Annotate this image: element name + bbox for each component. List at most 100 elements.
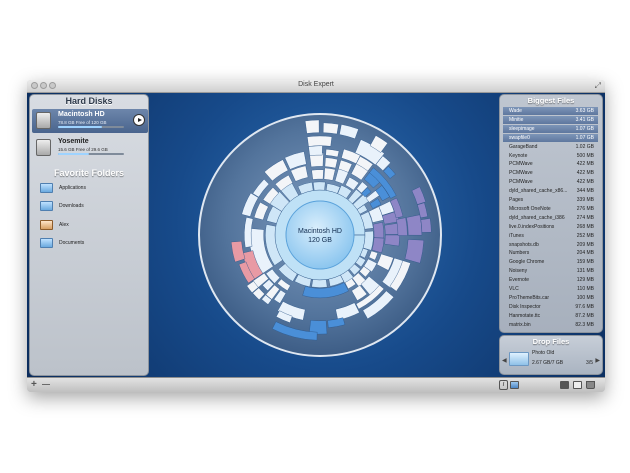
file-name: Hanmotate.ttc bbox=[509, 312, 541, 319]
sunburst-segment[interactable] bbox=[384, 223, 399, 235]
hard-disks-title: Hard Disks bbox=[65, 96, 113, 106]
file-name: GarageBand bbox=[509, 143, 538, 150]
file-name: sleepimage bbox=[509, 125, 535, 132]
sunburst-segment[interactable] bbox=[312, 181, 326, 191]
biggest-file-row[interactable]: ProThemeBits.car 100 MB bbox=[503, 294, 598, 302]
biggest-file-row[interactable]: live.0.indexPositions 268 MB bbox=[503, 223, 598, 231]
file-name: Wade bbox=[509, 108, 522, 114]
biggest-file-row[interactable]: Numbers 204 MB bbox=[503, 249, 598, 257]
biggest-file-row[interactable]: Wade 3.63 GB bbox=[503, 107, 598, 115]
remove-button[interactable]: — bbox=[42, 379, 50, 391]
sunburst-segment[interactable] bbox=[307, 135, 333, 147]
biggest-files-panel: Biggest Files Wade 3.63 GB Minitie 3.41 GB s… bbox=[499, 94, 603, 333]
main-content: Hard Disks Macintosh HD 78.8 GB Free of … bbox=[27, 93, 605, 377]
disk-sunburst-chart[interactable]: Macintosh HD 120 GB bbox=[192, 103, 448, 367]
file-size: 3.63 GB bbox=[575, 108, 594, 114]
file-size: 1.07 GB bbox=[575, 125, 594, 132]
sunburst-center[interactable] bbox=[285, 200, 355, 270]
sunburst-segment[interactable] bbox=[304, 119, 320, 134]
drop-files-panel[interactable]: Drop Files ◀ Photo Old 2.67 GB/7 GB 3/5 … bbox=[499, 335, 603, 375]
biggest-file-row[interactable]: PCMWave 422 MB bbox=[503, 178, 598, 186]
fullscreen-icon[interactable]: ⤢ bbox=[595, 81, 601, 90]
biggest-file-row[interactable]: Microsoft OneNote 276 MB bbox=[503, 205, 598, 213]
folder-icon bbox=[40, 238, 53, 248]
app-window: Disk Expert ⤢ Hard Disks Macintosh HD 78… bbox=[27, 80, 605, 392]
sunburst-segment[interactable] bbox=[311, 279, 328, 288]
biggest-file-row[interactable]: Noiseny 131 MB bbox=[503, 267, 598, 275]
biggest-file-row[interactable]: matrix.bin 82.3 MB bbox=[503, 321, 598, 329]
sunburst-segment[interactable] bbox=[420, 218, 432, 233]
file-name: matrix.bin bbox=[509, 321, 531, 328]
folder-icon bbox=[40, 201, 53, 211]
biggest-file-row[interactable]: GarageBand 1.02 GB bbox=[503, 143, 598, 151]
folder-icon bbox=[509, 352, 529, 366]
sunburst-segment[interactable] bbox=[384, 234, 400, 247]
file-name: VLC bbox=[509, 286, 519, 292]
biggest-file-row[interactable]: dyld_shared_cache_x86... 344 MB bbox=[503, 187, 598, 195]
file-name: PCMWave bbox=[509, 179, 533, 186]
file-size: 1.02 GB bbox=[575, 143, 594, 150]
bottom-toolbar: + — i bbox=[27, 377, 605, 392]
screen-icon[interactable] bbox=[560, 381, 569, 389]
file-name: dyld_shared_cache_x86... bbox=[509, 188, 568, 195]
biggest-file-row[interactable]: Keynote 500 MB bbox=[503, 152, 598, 160]
sunburst-segment[interactable] bbox=[371, 237, 385, 254]
home-icon bbox=[40, 220, 53, 230]
file-size: 344 MB bbox=[576, 188, 594, 195]
biggest-file-row[interactable]: Disk Inspector 97.6 MB bbox=[503, 303, 598, 311]
biggest-file-row[interactable]: Hanmotate.ttc 87.2 MB bbox=[503, 312, 598, 320]
biggest-files-title: Biggest Files bbox=[527, 96, 575, 105]
folder-icon bbox=[40, 183, 53, 193]
biggest-file-row[interactable]: Pages 339 MB bbox=[503, 196, 598, 204]
biggest-file-row[interactable]: sleepimage 1.07 GB bbox=[503, 124, 598, 133]
sunburst-segment[interactable] bbox=[322, 122, 339, 135]
sunburst-segment[interactable] bbox=[406, 214, 423, 236]
file-size: 87.2 MB bbox=[575, 312, 594, 319]
file-size: 422 MB bbox=[576, 170, 594, 177]
sunburst-segment[interactable] bbox=[396, 217, 408, 236]
biggest-file-row[interactable]: Minitie 3.41 GB bbox=[503, 115, 598, 124]
disk-info: 15.6 GB Free of 29.6 GB bbox=[58, 147, 108, 152]
add-button[interactable]: + bbox=[31, 379, 37, 391]
file-size: 97.6 MB bbox=[575, 303, 594, 310]
file-name: Microsoft OneNote bbox=[509, 205, 551, 212]
file-name: Keynote bbox=[509, 152, 528, 159]
biggest-file-row[interactable]: Google Chrome 159 MB bbox=[503, 258, 598, 266]
trash-icon[interactable] bbox=[586, 381, 595, 389]
drop-item-size: 2.67 GB/7 GB bbox=[532, 360, 564, 366]
biggest-file-row[interactable]: snapshots.db 209 MB bbox=[503, 241, 598, 249]
disk-item-yosemite[interactable]: Yosemite 15.6 GB Free of 29.6 GB bbox=[32, 136, 148, 160]
hard-disk-icon bbox=[36, 112, 51, 129]
file-size: 252 MB bbox=[576, 232, 594, 239]
info-button[interactable]: i bbox=[499, 380, 508, 390]
biggest-file-row[interactable]: PCMWave 422 MB bbox=[503, 160, 598, 168]
file-size: 204 MB bbox=[576, 250, 594, 257]
disk-item-macintosh-hd[interactable]: Macintosh HD 78.8 GB Free of 120 GB bbox=[32, 109, 148, 133]
biggest-file-row[interactable]: iTunes 252 MB bbox=[503, 232, 598, 240]
file-name: Pages bbox=[509, 197, 524, 203]
disk-name: Yosemite bbox=[58, 138, 89, 145]
sunburst-segment[interactable] bbox=[324, 157, 338, 169]
scan-play-button[interactable] bbox=[133, 114, 145, 126]
previous-arrow-icon[interactable]: ◀ bbox=[502, 357, 507, 364]
view-mode-icon[interactable] bbox=[510, 381, 519, 389]
file-name: Evernote bbox=[509, 277, 530, 284]
disk-info: 78.8 GB Free of 120 GB bbox=[58, 120, 107, 125]
biggest-file-row[interactable]: PCMWave 422 MB bbox=[503, 169, 598, 177]
sunburst-segment[interactable] bbox=[311, 169, 324, 180]
sunburst-segment[interactable] bbox=[308, 145, 323, 156]
center-disk-name: Macintosh HD bbox=[298, 228, 342, 235]
sunburst-segment[interactable] bbox=[404, 239, 425, 264]
file-size: 209 MB bbox=[576, 241, 594, 248]
sunburst-segment[interactable] bbox=[372, 222, 385, 239]
biggest-file-row[interactable]: Evernote 129 MB bbox=[503, 276, 598, 284]
next-arrow-icon[interactable]: ▶ bbox=[595, 357, 600, 364]
disk-usage-fill bbox=[58, 126, 102, 128]
file-size: 1.07 GB bbox=[575, 134, 594, 141]
file-size: 3.41 GB bbox=[575, 116, 594, 123]
biggest-file-row[interactable]: dyld_shared_cache_i386 274 MB bbox=[503, 214, 598, 222]
biggest-file-row[interactable]: VLC 110 MB bbox=[503, 285, 598, 293]
biggest-file-row[interactable]: swapfile0 1.07 GB bbox=[503, 133, 598, 142]
reveal-in-finder-icon[interactable] bbox=[573, 381, 582, 389]
drop-item-name: Photo Old bbox=[532, 350, 555, 356]
